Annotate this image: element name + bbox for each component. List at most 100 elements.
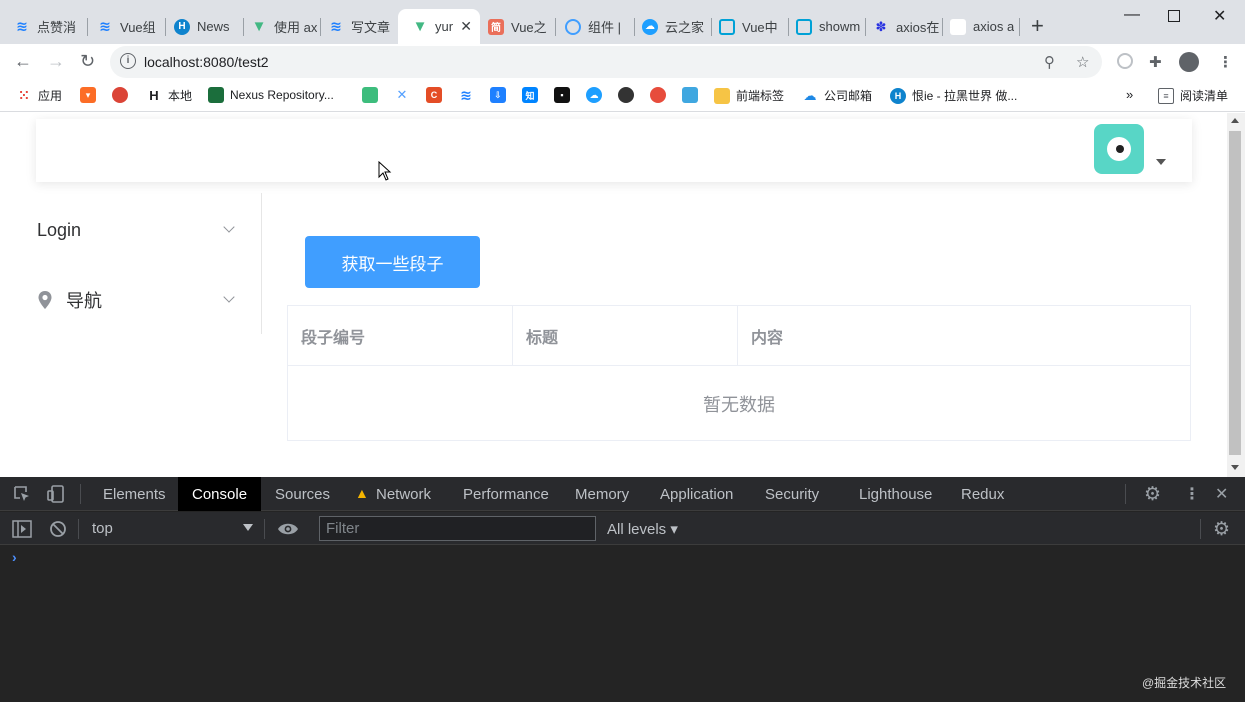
juejin-icon: ≋ [99, 18, 111, 34]
browser-tab[interactable]: ≋ 点赞消 [0, 9, 88, 44]
extension-icon[interactable] [1117, 53, 1133, 69]
juejin-icon: ≋ [16, 18, 28, 34]
devtools-panel: Elements Console Sources ▲ Network Perfo… [0, 477, 1245, 702]
console-settings-icon[interactable]: ⚙ [1213, 518, 1230, 541]
inspect-element-icon[interactable] [13, 485, 31, 503]
bookmark-apps[interactable]: ⁙ 应用 [16, 87, 62, 104]
bookmark-3[interactable]: C [426, 87, 442, 103]
browser-tab-active[interactable]: ▼ yur ✕ [398, 9, 480, 44]
url-text[interactable]: localhost:8080/test2 [144, 54, 269, 70]
page-viewport: Login 导航 获取一些段子 段子编号 标题 内容 暂无数据 [0, 113, 1245, 477]
column-header: 段子编号 [288, 306, 513, 365]
bookmark-11[interactable] [682, 87, 698, 103]
scrollbar-thumb[interactable] [1229, 131, 1241, 455]
caret-down-icon[interactable] [1156, 159, 1166, 165]
star-icon[interactable]: ☆ [1076, 53, 1089, 71]
dropdown-arrow-icon[interactable] [243, 524, 253, 531]
page-scrollbar[interactable] [1227, 113, 1245, 477]
context-selector[interactable]: top [92, 520, 113, 537]
reload-icon[interactable]: ↻ [80, 50, 95, 72]
settings-gear-icon[interactable]: ⚙ [1144, 483, 1161, 506]
profile-avatar-icon[interactable] [1179, 52, 1199, 72]
sidebar-toggle-icon[interactable] [12, 520, 32, 538]
clear-console-icon[interactable] [49, 520, 67, 538]
bookmark-mail[interactable]: ☁ 公司邮箱 [802, 87, 873, 104]
browser-tab[interactable]: ✽ axios在 [859, 9, 943, 44]
more-menu-icon[interactable]: ⋮ [1218, 53, 1233, 71]
user-avatar[interactable] [1094, 124, 1144, 174]
site-info-icon[interactable]: i [120, 53, 136, 69]
menu-label: 导航 [66, 291, 102, 311]
eye-icon[interactable] [277, 521, 299, 537]
back-icon[interactable]: ← [14, 50, 32, 72]
devtools-tab-memory[interactable]: Memory [575, 477, 629, 511]
bookmark-8[interactable]: ☁ [586, 87, 602, 103]
juejin-icon: ≋ [460, 86, 472, 103]
mail-icon: ☁ [803, 87, 817, 103]
jianshu-icon: 简 [488, 18, 504, 35]
address-bar[interactable]: i localhost:8080/test2 ⚲ ☆ [110, 46, 1102, 78]
bookmark-1[interactable] [362, 87, 378, 103]
close-devtools-icon[interactable]: ✕ [1215, 484, 1228, 504]
devtools-tab-performance[interactable]: Performance [463, 477, 549, 511]
browser-tab[interactable]: 组件 | [551, 9, 635, 44]
browser-tab[interactable]: 简 Vue之 [474, 9, 556, 44]
forward-icon[interactable]: → [47, 50, 65, 72]
devtools-tab-redux[interactable]: Redux [961, 477, 1004, 511]
bookmark-local[interactable]: H 本地 [146, 87, 192, 104]
devtools-tab-application[interactable]: Application [660, 477, 733, 511]
browser-tab[interactable]: showm [782, 9, 866, 44]
scroll-down-icon[interactable] [1231, 465, 1239, 470]
bookmark-10[interactable] [650, 87, 666, 103]
bookmark-nexus[interactable]: Nexus Repository... [208, 87, 334, 103]
zoom-icon[interactable]: ⚲ [1044, 53, 1055, 71]
console-filter-input[interactable] [319, 516, 596, 541]
chat-icon [362, 87, 378, 103]
console-prompt[interactable]: › [12, 549, 17, 565]
scroll-up-icon[interactable] [1231, 118, 1239, 123]
column-header: 内容 [751, 329, 784, 347]
devtools-tab-sources[interactable]: Sources [275, 477, 330, 511]
bookmark-5[interactable]: ⇩ [490, 87, 506, 103]
browser-tab[interactable]: ≋ Vue组 [83, 9, 166, 44]
puzzle-icon[interactable]: ✚ [1149, 53, 1162, 71]
devtools-tab-console[interactable]: Console [178, 477, 262, 511]
hexo-icon: H [890, 87, 906, 104]
devtools-tab-lighthouse[interactable]: Lighthouse [859, 477, 932, 511]
log-levels-dropdown[interactable]: All levels ▾ [607, 520, 678, 538]
bookmark-4[interactable]: ≋ [458, 87, 474, 103]
bookmark-7[interactable]: ▪ [554, 87, 570, 103]
more-bookmarks-icon[interactable]: » [1126, 87, 1133, 102]
devtools-tab-security[interactable]: Security [765, 477, 819, 511]
column-header: 标题 [513, 306, 738, 365]
browser-tab[interactable]: ▼ 使用 ax [237, 9, 321, 44]
minimize-icon[interactable]: — [1124, 6, 1140, 24]
menu-item-login[interactable]: Login [0, 202, 261, 258]
bookmark-frontend[interactable]: 前端标签 [714, 87, 784, 104]
bookmark-gitlab[interactable]: ▾ [80, 87, 96, 103]
maximize-icon[interactable] [1168, 10, 1180, 22]
bookmark-6[interactable]: 知 [522, 87, 538, 103]
devtools-tab-network[interactable]: Network [376, 477, 431, 511]
new-tab-icon[interactable]: + [1031, 14, 1044, 38]
chevron-down-icon [223, 221, 235, 233]
bookmark-reading-list[interactable]: ≡ 阅读清单 [1158, 87, 1228, 104]
bookmark-hateie[interactable]: H 恨ie - 拉黑世界 做... [890, 87, 1017, 104]
browser-tab-strip: ≋ 点赞消 ≋ Vue组 H News ▼ 使用 ax ≋ 写文章 ▼ yur … [0, 0, 1245, 44]
bookmark-chrome[interactable] [112, 87, 128, 103]
fetch-jokes-button[interactable]: 获取一些段子 [305, 236, 480, 288]
device-toolbar-icon[interactable] [47, 485, 65, 503]
browser-tab[interactable]: ☁ 云之家 [628, 9, 712, 44]
bookmark-9[interactable] [618, 87, 634, 103]
browser-tab[interactable]: axios a [936, 9, 1020, 44]
menu-item-nav[interactable]: 导航 [0, 272, 261, 328]
close-tab-icon[interactable]: ✕ [460, 18, 472, 35]
browser-tab[interactable]: H News [160, 9, 244, 44]
devtools-tab-elements[interactable]: Elements [103, 477, 166, 511]
browser-tab[interactable]: ≋ 写文章 [314, 9, 398, 44]
browser-tab[interactable]: Vue中 [705, 9, 789, 44]
close-window-icon[interactable]: ✕ [1213, 6, 1226, 26]
more-options-icon[interactable]: ⋮ [1184, 484, 1200, 504]
vscode-icon: ✕ [396, 87, 408, 102]
bookmark-2[interactable]: ✕ [394, 87, 410, 103]
